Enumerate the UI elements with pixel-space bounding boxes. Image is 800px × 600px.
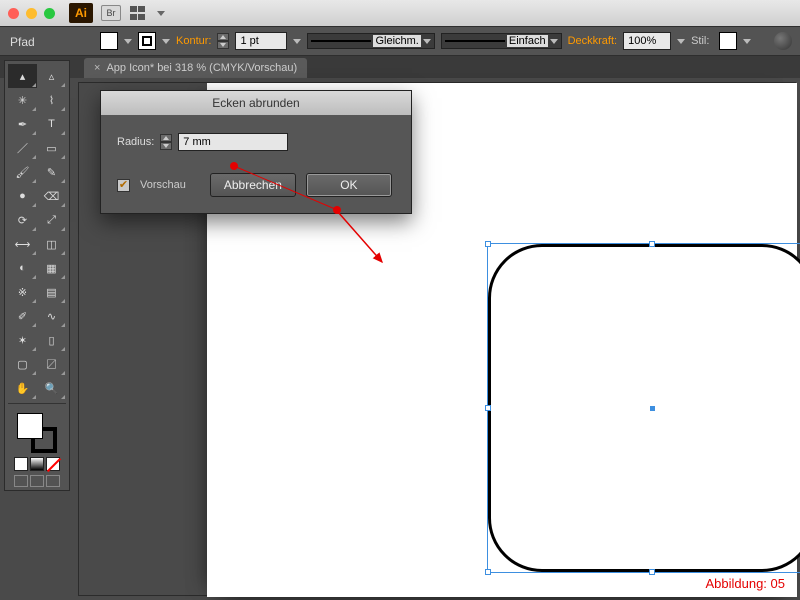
scale-tool[interactable]: ⤢ [37,208,66,232]
rectangle-tool[interactable]: ▭ [37,136,66,160]
profile-label: Einfach [507,35,548,47]
resize-handle[interactable] [649,569,655,575]
stroke-swatch[interactable] [138,32,156,50]
resize-handle[interactable] [485,405,491,411]
close-window-button[interactable] [8,8,19,19]
arrange-documents-button[interactable] [129,5,147,21]
rotate-tool[interactable]: ⟳ [8,208,37,232]
tools-panel: ▴▵✳⌇✒T／▭🖌✎●⌫⟳⤢⟷◫◐▦※▤✐∿✶▯▢〼✋🔍 [4,60,70,491]
stroke-weight-field[interactable]: 1 pt [235,32,287,50]
chevron-down-icon [157,11,165,16]
hand-tool[interactable]: ✋ [8,376,37,400]
eraser-tool[interactable]: ⌫ [37,184,66,208]
fill-swatch[interactable] [100,32,118,50]
minimize-window-button[interactable] [26,8,37,19]
perspective-grid-tool[interactable]: ▦ [37,256,66,280]
resize-handle[interactable] [485,569,491,575]
resize-handle[interactable] [649,241,655,247]
artboard-tool[interactable]: ▢ [8,352,37,376]
zoom-window-button[interactable] [44,8,55,19]
free-transform-tool[interactable]: ◫ [37,232,66,256]
magic-wand-tool[interactable]: ✳ [8,88,37,112]
stroke-label[interactable]: Kontur: [176,35,211,47]
selection-type-label: Pfad [10,35,35,49]
mesh-tool[interactable]: ※ [8,280,37,304]
chevron-down-icon[interactable] [293,39,301,44]
resize-handle[interactable] [485,241,491,247]
blend-tool[interactable]: ∿ [37,304,66,328]
variable-width-profile[interactable]: Gleichm. [307,33,434,49]
pen-tool[interactable]: ✒ [8,112,37,136]
blob-brush-tool[interactable]: ● [8,184,37,208]
chevron-down-icon[interactable] [124,39,132,44]
control-bar: Kontur: 1 pt Gleichm. Einfach Deckkraft:… [0,26,800,56]
opacity-field[interactable]: 100% [623,32,671,50]
paintbrush-tool[interactable]: 🖌 [8,160,37,184]
eyedropper-tool[interactable]: ✐ [8,304,37,328]
preview-checkbox[interactable]: ✔ [117,179,130,192]
line-segment-tool[interactable]: ／ [8,136,37,160]
app-logo-illustrator: Ai [69,3,93,23]
round-corners-dialog: Ecken abrunden Radius: ✔ Vorschau Abbrec… [100,90,412,214]
document-setup-icon[interactable] [774,32,792,50]
color-mode-row[interactable] [8,457,66,471]
shape-builder-tool[interactable]: ◐ [8,256,37,280]
dialog-title: Ecken abrunden [101,91,411,115]
document-tab-strip: × App Icon* bei 318 % (CMYK/Vorschau) [0,56,800,78]
figure-caption: Abbildung: 05 [705,576,785,591]
selection-tool[interactable]: ▴ [8,64,37,88]
chevron-down-icon[interactable] [743,39,751,44]
ok-button[interactable]: OK [306,173,392,197]
symbol-sprayer-tool[interactable]: ✶ [8,328,37,352]
center-point [650,406,655,411]
width-tool[interactable]: ⟷ [8,232,37,256]
zoom-tool[interactable]: 🔍 [37,376,66,400]
cancel-button[interactable]: Abbrechen [210,173,296,197]
selection-bounding-box[interactable] [487,243,800,573]
preview-label: Vorschau [140,179,186,191]
lasso-tool[interactable]: ⌇ [37,88,66,112]
chevron-down-icon[interactable] [162,39,170,44]
radius-input[interactable] [178,133,288,151]
brush-definition[interactable]: Einfach [441,33,562,49]
fill-stroke-indicator[interactable] [17,413,57,453]
graphic-style-swatch[interactable] [719,32,737,50]
stroke-weight-stepper[interactable] [217,33,229,49]
screen-mode-row[interactable] [8,475,66,487]
direct-selection-tool[interactable]: ▵ [37,64,66,88]
document-tab[interactable]: × App Icon* bei 318 % (CMYK/Vorschau) [84,58,307,78]
mac-titlebar: Ai Br [0,0,800,26]
close-tab-icon[interactable]: × [94,62,100,74]
radius-stepper[interactable] [160,134,172,150]
chevron-down-icon[interactable] [677,39,685,44]
gradient-tool[interactable]: ▤ [37,280,66,304]
window-controls [8,8,55,19]
slice-tool[interactable]: 〼 [37,352,66,376]
column-graph-tool[interactable]: ▯ [37,328,66,352]
pencil-tool[interactable]: ✎ [37,160,66,184]
type-tool[interactable]: T [37,112,66,136]
bridge-button[interactable]: Br [101,5,121,21]
radius-label: Radius: [117,136,154,148]
rounded-rectangle-shape[interactable] [488,244,800,572]
document-tab-title: App Icon* bei 318 % (CMYK/Vorschau) [106,62,297,74]
cap-label: Gleichm. [373,35,420,47]
style-label: Stil: [691,35,709,47]
opacity-label[interactable]: Deckkraft: [568,35,618,47]
